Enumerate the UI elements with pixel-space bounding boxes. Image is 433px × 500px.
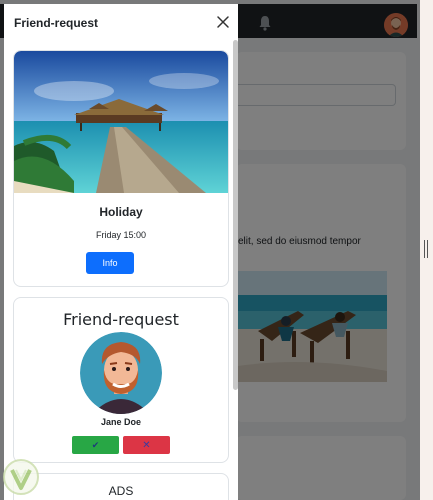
event-card: Holiday Friday 15:00 Info [13, 50, 229, 287]
offcanvas-panel: Friend-request Holiday Friday 15:00 Info… [4, 4, 238, 500]
offcanvas-title: Friend-request [14, 16, 99, 30]
info-button[interactable]: Info [86, 252, 134, 274]
friend-request-card: Friend-request Jane Doe ✔ ✕ [13, 297, 229, 463]
decline-button[interactable]: ✕ [123, 436, 170, 454]
friend-name: Jane Doe [100, 417, 142, 427]
close-icon[interactable] [215, 14, 231, 30]
ads-title: ADS [108, 484, 134, 498]
event-title: Holiday [99, 205, 143, 219]
offcanvas-header: Friend-request [4, 4, 238, 42]
accept-button[interactable]: ✔ [72, 436, 119, 454]
offcanvas-scrollbar[interactable] [233, 40, 238, 390]
friend-avatar [80, 332, 162, 414]
holiday-image [14, 51, 228, 193]
friend-request-title: Friend-request [63, 310, 179, 329]
watermark-logo-icon [3, 459, 39, 495]
scrollbar-grip[interactable] [424, 240, 428, 258]
ads-card: ADS [13, 473, 229, 500]
event-time: Friday 15:00 [95, 230, 147, 240]
offcanvas-body: Holiday Friday 15:00 Info Friend-request [4, 42, 238, 500]
